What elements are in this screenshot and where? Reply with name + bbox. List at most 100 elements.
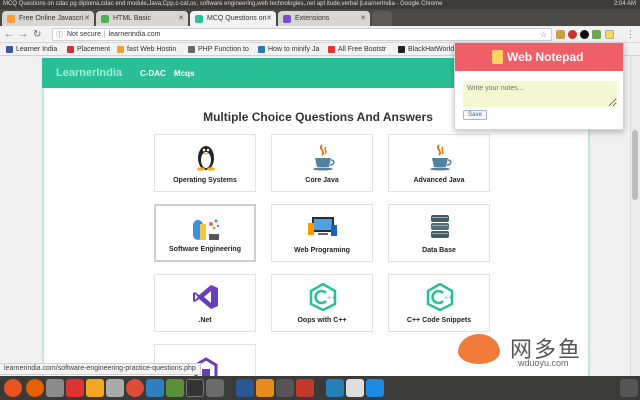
- svg-text:++: ++: [327, 295, 335, 301]
- bookmark-placement[interactable]: Placement: [67, 43, 110, 56]
- terminal-icon[interactable]: [186, 379, 204, 397]
- tab-favicon-icon: [7, 15, 15, 23]
- card-label: Oops with C++: [297, 317, 347, 324]
- card-label: C++ Code Snippets: [406, 317, 472, 324]
- fish-logo-icon: [458, 334, 500, 364]
- visual-studio-icon: [193, 285, 218, 309]
- close-tab-icon[interactable]: ✕: [266, 11, 272, 26]
- bookmark-php-function[interactable]: PHP Function to: [188, 43, 249, 56]
- tab-extensions[interactable]: Extensions ✕: [278, 11, 370, 26]
- scrollbar-thumb[interactable]: [632, 130, 638, 200]
- system-clock: 2:04 AM: [613, 1, 636, 7]
- tab-strip: Free Online Javascri ✕ HTML Basic ✕ MCQ …: [0, 9, 640, 26]
- notepad-header: Web Notepad: [455, 43, 623, 71]
- url-separator: |: [103, 31, 106, 38]
- close-tab-icon[interactable]: ✕: [84, 11, 90, 26]
- bookmark-free-bootstrap[interactable]: All Free Bootstr: [328, 43, 386, 56]
- extension-pen-icon[interactable]: [556, 30, 565, 39]
- bookmark-favicon-icon: [398, 46, 405, 53]
- app-icon[interactable]: [166, 379, 184, 397]
- app-icon[interactable]: [236, 379, 254, 397]
- tab-favicon-icon: [101, 15, 109, 23]
- bookmark-label: How to minify Ja: [268, 46, 320, 53]
- chrome-icon[interactable]: [126, 379, 144, 397]
- card-label: Web Programing: [294, 247, 350, 254]
- close-tab-icon[interactable]: ✕: [178, 11, 184, 26]
- java-cup-icon: [430, 144, 452, 171]
- app-icon[interactable]: [326, 379, 344, 397]
- site-brand[interactable]: LearnerIndia: [56, 67, 122, 79]
- page-scrollbar[interactable]: [630, 56, 640, 376]
- settings-icon[interactable]: [106, 379, 124, 397]
- trash-icon[interactable]: [620, 379, 638, 397]
- bookmark-star-icon[interactable]: ☆: [540, 29, 547, 40]
- bookmark-favicon-icon: [258, 46, 265, 53]
- notes-textarea[interactable]: [463, 81, 617, 107]
- app-icon[interactable]: [296, 379, 314, 397]
- watermark-en: wduoyu.com: [518, 358, 569, 368]
- cpp-hexagon-icon: ++: [309, 283, 337, 311]
- amazon-icon[interactable]: [86, 379, 104, 397]
- address-bar[interactable]: ⓘ Not secure | learnerindia.com ☆: [52, 28, 552, 41]
- extension-red-icon[interactable]: [568, 30, 577, 39]
- bookmark-blackhatworld[interactable]: BlackHatWorld: [398, 43, 454, 56]
- app-icon[interactable]: [366, 379, 384, 397]
- tab-label: Free Online Javascri: [19, 15, 84, 22]
- card-label: Operating Systems: [173, 177, 237, 184]
- firefox-icon[interactable]: [26, 379, 44, 397]
- close-tab-icon[interactable]: ✕: [360, 11, 366, 26]
- web-notepad-extension-icon[interactable]: [605, 30, 614, 39]
- bookmark-learner-india[interactable]: Learner India: [6, 43, 57, 56]
- card-dotnet[interactable]: .Net: [154, 274, 256, 332]
- web-devices-icon: [308, 217, 337, 236]
- bookmark-label: Placement: [77, 46, 111, 53]
- software-center-icon[interactable]: [66, 379, 84, 397]
- tab-free-online-javascript[interactable]: Free Online Javascri ✕: [2, 11, 94, 26]
- app-icon[interactable]: [206, 379, 224, 397]
- browser-toolbar: ← → ↻ ⓘ Not secure | learnerindia.com ☆ ⋮: [0, 26, 640, 43]
- card-advanced-java[interactable]: Advanced Java: [388, 134, 490, 192]
- tab-mcq-questions[interactable]: MCQ Questions on ✕: [190, 11, 276, 26]
- card-web-programing[interactable]: Web Programing: [271, 204, 373, 262]
- tab-label: MCQ Questions on: [207, 15, 267, 22]
- nav-link-cdac[interactable]: C-DAC: [140, 69, 166, 78]
- app-icon[interactable]: [276, 379, 294, 397]
- tab-favicon-icon: [283, 15, 291, 23]
- card-label: Advanced Java: [413, 177, 465, 184]
- info-icon[interactable]: ⓘ: [56, 30, 63, 41]
- bookmark-label: BlackHatWorld: [408, 46, 455, 53]
- app-icon[interactable]: [346, 379, 364, 397]
- window-title: MCQ Questions on cdac pg diploma,cdac en…: [3, 1, 443, 7]
- nav-link-mcqs[interactable]: Mcqs: [174, 69, 194, 78]
- web-notepad-popup: Web Notepad Save: [454, 42, 624, 130]
- card-data-base[interactable]: Data Base: [388, 204, 490, 262]
- bookmark-fast-web-hosting[interactable]: fast Web Hostin: [117, 43, 176, 56]
- app-icon[interactable]: [256, 379, 274, 397]
- chrome-menu-icon[interactable]: ⋮: [626, 28, 635, 41]
- card-cpp-code-snippets[interactable]: ++ C++ Code Snippets: [388, 274, 490, 332]
- new-tab-button[interactable]: [372, 11, 392, 26]
- card-software-engineering[interactable]: Software Engineering: [154, 204, 256, 262]
- bookmark-favicon-icon: [328, 46, 335, 53]
- extension-dark-icon[interactable]: [580, 30, 589, 39]
- card-core-java[interactable]: Core Java: [271, 134, 373, 192]
- reload-icon[interactable]: ↻: [33, 28, 41, 41]
- card-label: Core Java: [305, 177, 339, 184]
- forward-arrow-icon[interactable]: →: [18, 28, 28, 41]
- watermark: 网多鱼 wduoyu.com: [458, 330, 618, 374]
- files-icon[interactable]: [46, 379, 64, 397]
- card-label: Data Base: [422, 247, 456, 254]
- card-oops-with-cpp[interactable]: ++ Oops with C++: [271, 274, 373, 332]
- bookmark-favicon-icon: [188, 46, 195, 53]
- app-icon[interactable]: [146, 379, 164, 397]
- facebook-icon: [6, 46, 13, 53]
- extension-green-icon[interactable]: [592, 30, 601, 39]
- back-arrow-icon[interactable]: ←: [4, 28, 14, 41]
- tab-label: HTML Basic: [113, 15, 151, 22]
- ubuntu-logo-icon[interactable]: [4, 379, 22, 397]
- save-button[interactable]: Save: [463, 110, 487, 120]
- card-operating-systems[interactable]: Operating Systems: [154, 134, 256, 192]
- status-url-bar: learnerindia.com/software-engineering-pr…: [0, 363, 201, 375]
- bookmark-minify-js[interactable]: How to minify Ja: [258, 43, 319, 56]
- tab-html-basic[interactable]: HTML Basic ✕: [96, 11, 188, 26]
